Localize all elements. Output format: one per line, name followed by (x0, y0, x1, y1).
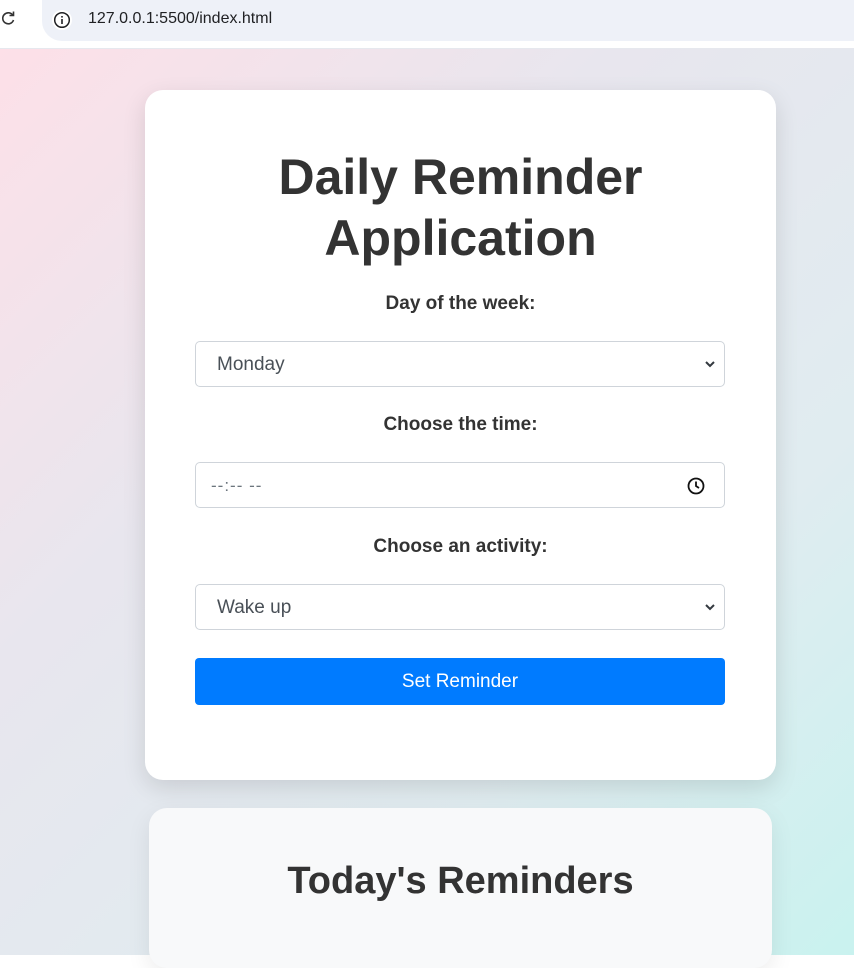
page-background: Daily Reminder Application Day of the we… (0, 49, 854, 968)
reminder-form-card: Daily Reminder Application Day of the we… (145, 90, 776, 780)
reload-icon[interactable] (0, 10, 20, 30)
page-title: Daily Reminder Application (145, 147, 776, 269)
title-line-1: Daily Reminder (278, 149, 643, 205)
day-select[interactable]: Monday (195, 341, 725, 387)
reminders-title: Today's Reminders (287, 860, 634, 902)
chevron-down-icon (705, 604, 715, 611)
time-label: Choose the time: (383, 414, 538, 435)
time-input[interactable]: --:-- -- (195, 462, 725, 508)
activity-label: Choose an activity: (373, 536, 548, 557)
info-icon[interactable] (52, 10, 72, 30)
activity-select[interactable]: Wake up (195, 584, 725, 630)
day-select-value: Monday (217, 354, 285, 375)
title-line-2: Application (324, 210, 597, 266)
activity-select-value: Wake up (217, 597, 292, 618)
time-input-value: --:-- -- (211, 476, 263, 495)
todays-reminders-card: Today's Reminders (149, 808, 772, 968)
day-label: Day of the week: (385, 293, 536, 314)
chevron-down-icon (705, 361, 715, 368)
set-reminder-button[interactable]: Set Reminder (195, 658, 725, 705)
browser-toolbar: 127.0.0.1:5500/index.html (0, 0, 854, 49)
url-text[interactable]: 127.0.0.1:5500/index.html (88, 10, 272, 28)
clock-icon[interactable] (686, 476, 706, 496)
